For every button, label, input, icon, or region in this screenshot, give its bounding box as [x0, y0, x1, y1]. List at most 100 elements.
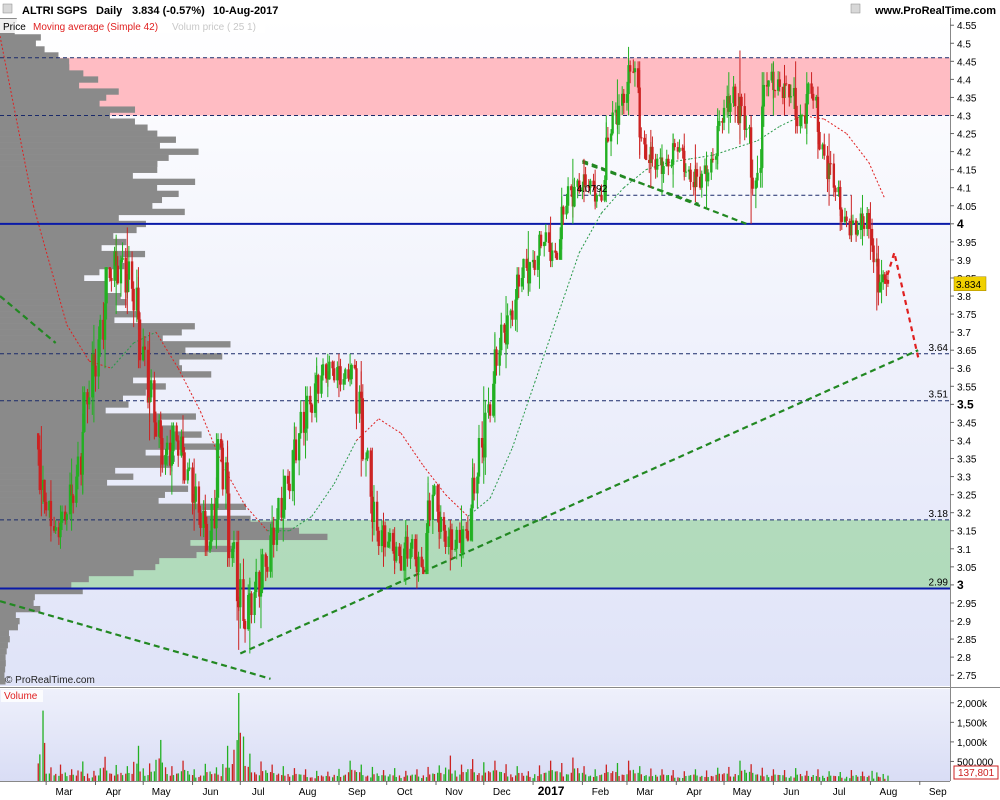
volume-bar: [203, 775, 205, 781]
volume-bar: [877, 776, 880, 781]
y-tick-label: 4.2: [957, 148, 971, 159]
volume-bar: [752, 772, 754, 781]
candle-body: [320, 375, 323, 394]
volume-bar: [266, 772, 269, 781]
volume-bar: [793, 777, 795, 781]
volume-bar: [640, 774, 642, 781]
level-label: 3.18: [929, 509, 949, 520]
volume-bar: [42, 710, 44, 781]
candle-body: [565, 205, 568, 215]
volume-profile-bar: [0, 479, 108, 486]
candle-body: [347, 369, 350, 379]
volume-bar: [265, 770, 267, 781]
candle-body: [640, 137, 643, 139]
volume-bar: [696, 775, 698, 781]
volume-bar: [220, 776, 222, 781]
volume-bar: [347, 772, 350, 781]
volume-bar: [260, 761, 262, 781]
volume-profile-bar: [0, 617, 20, 625]
candle-body: [759, 167, 762, 173]
volume-bar: [244, 765, 246, 781]
candle-body: [283, 475, 287, 510]
candle-body: [414, 538, 417, 560]
volume-profile-bar: [0, 425, 175, 432]
candle-body: [506, 315, 509, 345]
volume-bar: [50, 767, 52, 781]
volume-bar: [228, 767, 230, 781]
candle-body: [476, 476, 479, 494]
volume-bar: [693, 774, 695, 781]
candle-body: [622, 93, 625, 103]
y-tick-label: 3.1: [957, 545, 971, 556]
volume-bar: [516, 766, 518, 781]
volume-bar: [99, 768, 101, 781]
candle-body: [673, 143, 676, 148]
y-tick-label: 3.7: [957, 328, 971, 339]
volume-bar: [231, 764, 234, 781]
volume-bar: [166, 774, 168, 781]
volume-bar: [804, 775, 806, 781]
volume-bar: [322, 776, 324, 781]
volume-bar: [760, 775, 762, 781]
volume-bar: [737, 775, 740, 781]
volume-profile-bar: [0, 533, 328, 541]
volume-profile-bar: [0, 130, 158, 137]
volume-bar: [86, 773, 89, 781]
volume-bar: [717, 767, 719, 781]
volume-bar: [147, 775, 149, 781]
candle-body: [840, 209, 843, 222]
volume-bar: [604, 772, 606, 781]
candle-body: [372, 501, 376, 522]
volume-bar: [849, 778, 851, 781]
volume-bar: [514, 775, 517, 781]
candle-body: [617, 105, 621, 125]
candle-body: [71, 495, 75, 503]
volume-bar: [225, 767, 227, 781]
volume-bar: [53, 775, 55, 781]
volume-bar: [417, 776, 420, 781]
candle-body: [810, 83, 813, 94]
candle-body: [710, 158, 713, 173]
volume-bar: [583, 766, 585, 781]
volume-bar: [148, 763, 151, 781]
volume-bar: [473, 772, 475, 781]
y-tick-label: 3.05: [957, 563, 977, 574]
scroll-icon[interactable]: [850, 3, 861, 14]
candle-body: [127, 261, 131, 280]
volume-profile-bar: [0, 76, 99, 83]
site-label[interactable]: www.ProRealTime.com: [874, 5, 996, 17]
volume-bar: [389, 774, 391, 781]
volume-bar: [304, 769, 307, 781]
volume-bar: [511, 777, 514, 781]
volume-profile-bar: [0, 100, 100, 107]
candle-body: [867, 212, 871, 229]
menu-icon[interactable]: [2, 3, 13, 14]
candle-body: [554, 250, 557, 253]
candle-body: [656, 158, 659, 170]
candle-body: [570, 186, 573, 191]
candle-body: [756, 172, 759, 181]
volume-bar: [144, 775, 146, 781]
volume-bar: [526, 775, 528, 781]
volume-bar: [483, 762, 485, 781]
volume-bar: [839, 772, 841, 781]
volume-bar: [656, 776, 658, 781]
candle-body: [762, 84, 766, 107]
candle-body: [286, 475, 290, 484]
candle-body: [399, 556, 403, 571]
x-tick-label: Mar: [56, 787, 74, 798]
volume-bar: [64, 772, 66, 781]
volume-bar: [639, 766, 641, 781]
volume-bar: [489, 772, 491, 781]
volume-bar: [409, 775, 412, 781]
volume-profile-bar: [0, 413, 196, 420]
candle-body: [609, 133, 613, 142]
volume-profile-bar: [0, 142, 160, 149]
volume-bar: [462, 772, 464, 781]
volume-profile-bar: [0, 473, 134, 480]
candle-body: [383, 525, 387, 548]
candle-body: [391, 532, 395, 552]
candle-body: [161, 438, 164, 465]
candle-body: [439, 516, 442, 532]
volume-bar: [160, 739, 162, 781]
